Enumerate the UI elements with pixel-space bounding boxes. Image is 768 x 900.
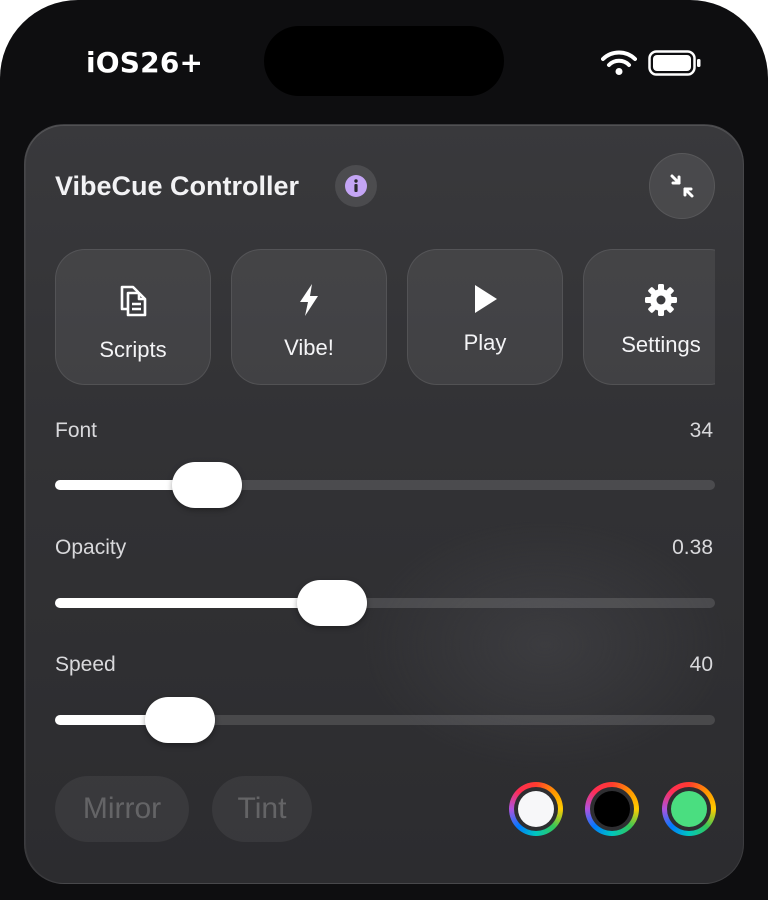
panel-title: VibeCue Controller [55, 171, 300, 201]
gear-icon [645, 284, 677, 316]
mirror-toggle[interactable]: Mirror [55, 776, 189, 842]
settings-button[interactable]: Settings [583, 249, 715, 385]
info-button[interactable] [335, 165, 377, 207]
font-slider[interactable] [55, 462, 715, 508]
vibe-label: Vibe! [284, 335, 334, 360]
phone-frame: iOS26+ VibeCue Controller Scripts Vibe! … [0, 0, 768, 900]
settings-label: Settings [621, 332, 701, 357]
speed-value: 40 [689, 653, 713, 676]
swatch-core [518, 791, 554, 827]
documents-icon [120, 285, 147, 317]
action-row: Scripts Vibe! Play Settings [55, 249, 715, 387]
battery-icon [648, 50, 701, 76]
opacity-label: Opacity [55, 536, 127, 559]
speed-slider-thumb[interactable] [145, 697, 216, 743]
scripts-label: Scripts [99, 337, 167, 362]
opacity-value: 0.38 [672, 536, 713, 559]
play-button[interactable]: Play [407, 249, 563, 385]
controller-panel: VibeCue Controller Scripts Vibe! Play Se… [24, 124, 744, 884]
bolt-icon [300, 284, 318, 316]
play-icon [475, 285, 497, 313]
status-time: iOS26+ [86, 46, 204, 79]
font-value: 34 [689, 419, 713, 442]
opacity-slider-fill [55, 598, 333, 608]
color-swatch-black[interactable] [585, 782, 639, 836]
info-icon [345, 175, 367, 197]
tint-toggle[interactable]: Tint [212, 776, 312, 842]
swatch-core [671, 791, 707, 827]
play-label: Play [463, 330, 507, 355]
font-label: Font [55, 419, 98, 442]
opacity-slider[interactable] [55, 580, 715, 626]
speed-label: Speed [55, 653, 116, 676]
color-swatch-white[interactable] [509, 782, 563, 836]
dynamic-island [264, 26, 504, 96]
scripts-button[interactable]: Scripts [55, 249, 211, 385]
wifi-icon [601, 50, 637, 75]
font-slider-thumb[interactable] [171, 462, 242, 508]
speed-slider[interactable] [55, 697, 715, 743]
collapse-button[interactable] [649, 153, 715, 219]
collapse-icon [670, 174, 694, 198]
color-swatch-green[interactable] [662, 782, 716, 836]
swatch-core [594, 791, 630, 827]
vibe-button[interactable]: Vibe! [231, 249, 387, 385]
opacity-slider-thumb[interactable] [297, 580, 368, 626]
